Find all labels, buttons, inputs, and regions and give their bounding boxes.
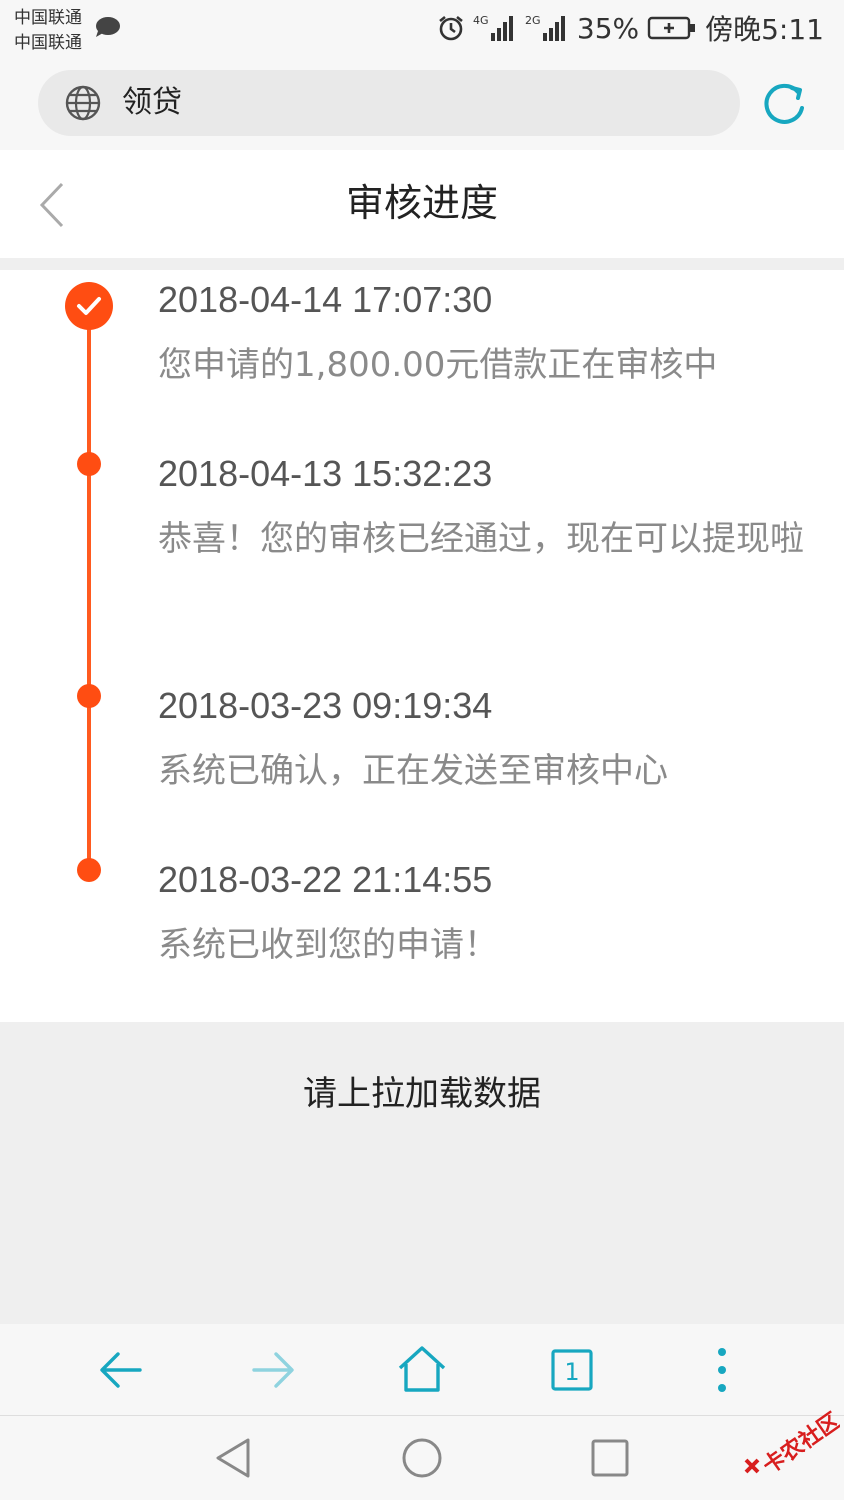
browser-toolbar: 1 (0, 1324, 844, 1416)
nav-recents-icon[interactable] (588, 1436, 632, 1480)
globe-icon (65, 85, 101, 121)
timeline-dot (77, 452, 101, 476)
entry-desc: 恭喜！您的审核已经通过，现在可以提现啦 (158, 519, 804, 559)
page-header: 审核进度 (0, 150, 844, 258)
timeline-line (87, 306, 91, 870)
timeline-dot (77, 684, 101, 708)
review-timeline: 2018-04-14 17:07:30 您申请的1,800.00元借款正在审核中… (0, 270, 844, 1022)
battery-percent: 35% (576, 11, 640, 45)
nav-back-icon[interactable] (212, 1436, 256, 1480)
entry-time: 2018-04-14 17:07:30 (158, 279, 493, 320)
signal-icon: 4G (473, 14, 513, 41)
timeline-entry: 2018-03-22 21:14:55 系统已收到您的申请！ (158, 858, 838, 974)
entry-desc: 您申请的1,800.00元借款正在审核中 (158, 345, 718, 385)
carrier-labels: 中国联通 中国联通 (14, 6, 82, 56)
address-bar[interactable]: 领贷 (38, 70, 740, 136)
status-bar: 中国联通 中国联通 4G 2G 35% 傍晚5:11 (0, 0, 844, 58)
entry-desc: 系统已确认，正在发送至审核中心 (158, 751, 668, 791)
network-2-label: 2G (525, 14, 541, 27)
home-icon[interactable] (396, 1344, 448, 1396)
status-time: 傍晚5:11 (705, 13, 824, 46)
signal-2-icon: 2G (525, 14, 565, 41)
carrier-2: 中国联通 (14, 33, 82, 53)
timeline-entry: 2018-04-13 15:32:23 恭喜！您的审核已经通过，现在可以提现啦 (158, 452, 838, 568)
system-nav-bar (0, 1416, 844, 1500)
nav-home-icon[interactable] (400, 1436, 444, 1480)
entry-time: 2018-04-13 15:32:23 (158, 453, 493, 494)
more-icon[interactable] (696, 1344, 748, 1396)
refresh-icon[interactable] (758, 78, 810, 130)
carrier-1: 中国联通 (14, 8, 82, 28)
timeline-entry: 2018-03-23 09:19:34 系统已确认，正在发送至审核中心 (158, 684, 838, 800)
arrow-left-icon[interactable] (96, 1344, 148, 1396)
page-title: 审核进度 (345, 181, 498, 225)
watermark-logo: 卡农社区 (744, 1408, 840, 1479)
svg-text:卡农社区: 卡农社区 (758, 1408, 840, 1479)
check-icon (77, 297, 101, 315)
screen: 中国联通 中国联通 4G 2G 35% 傍晚5:11 领贷 审核进度 2018-… (0, 0, 844, 1500)
arrow-right-icon[interactable] (246, 1344, 298, 1396)
timeline-current-marker (65, 282, 113, 330)
address-title: 领贷 (122, 85, 182, 120)
load-more-area[interactable]: 请上拉加载数据 (0, 1022, 844, 1324)
entry-time: 2018-03-22 21:14:55 (158, 859, 493, 900)
entry-desc: 系统已收到您的申请！ (158, 925, 498, 965)
divider (0, 258, 844, 270)
load-more-text: 请上拉加载数据 (303, 1074, 541, 1114)
tab-count: 1 (564, 1358, 579, 1386)
network-1-label: 4G (473, 14, 489, 27)
battery-icon (647, 16, 696, 40)
entry-time: 2018-03-23 09:19:34 (158, 685, 493, 726)
address-bar-area: 领贷 (0, 58, 844, 150)
tabs-icon[interactable]: 1 (546, 1344, 598, 1396)
timeline-dot (77, 858, 101, 882)
status-right: 4G 2G 35% 傍晚5:11 (437, 10, 824, 46)
message-icon (96, 17, 120, 37)
timeline-entry: 2018-04-14 17:07:30 您申请的1,800.00元借款正在审核中 (158, 278, 838, 394)
alarm-icon (439, 15, 463, 41)
